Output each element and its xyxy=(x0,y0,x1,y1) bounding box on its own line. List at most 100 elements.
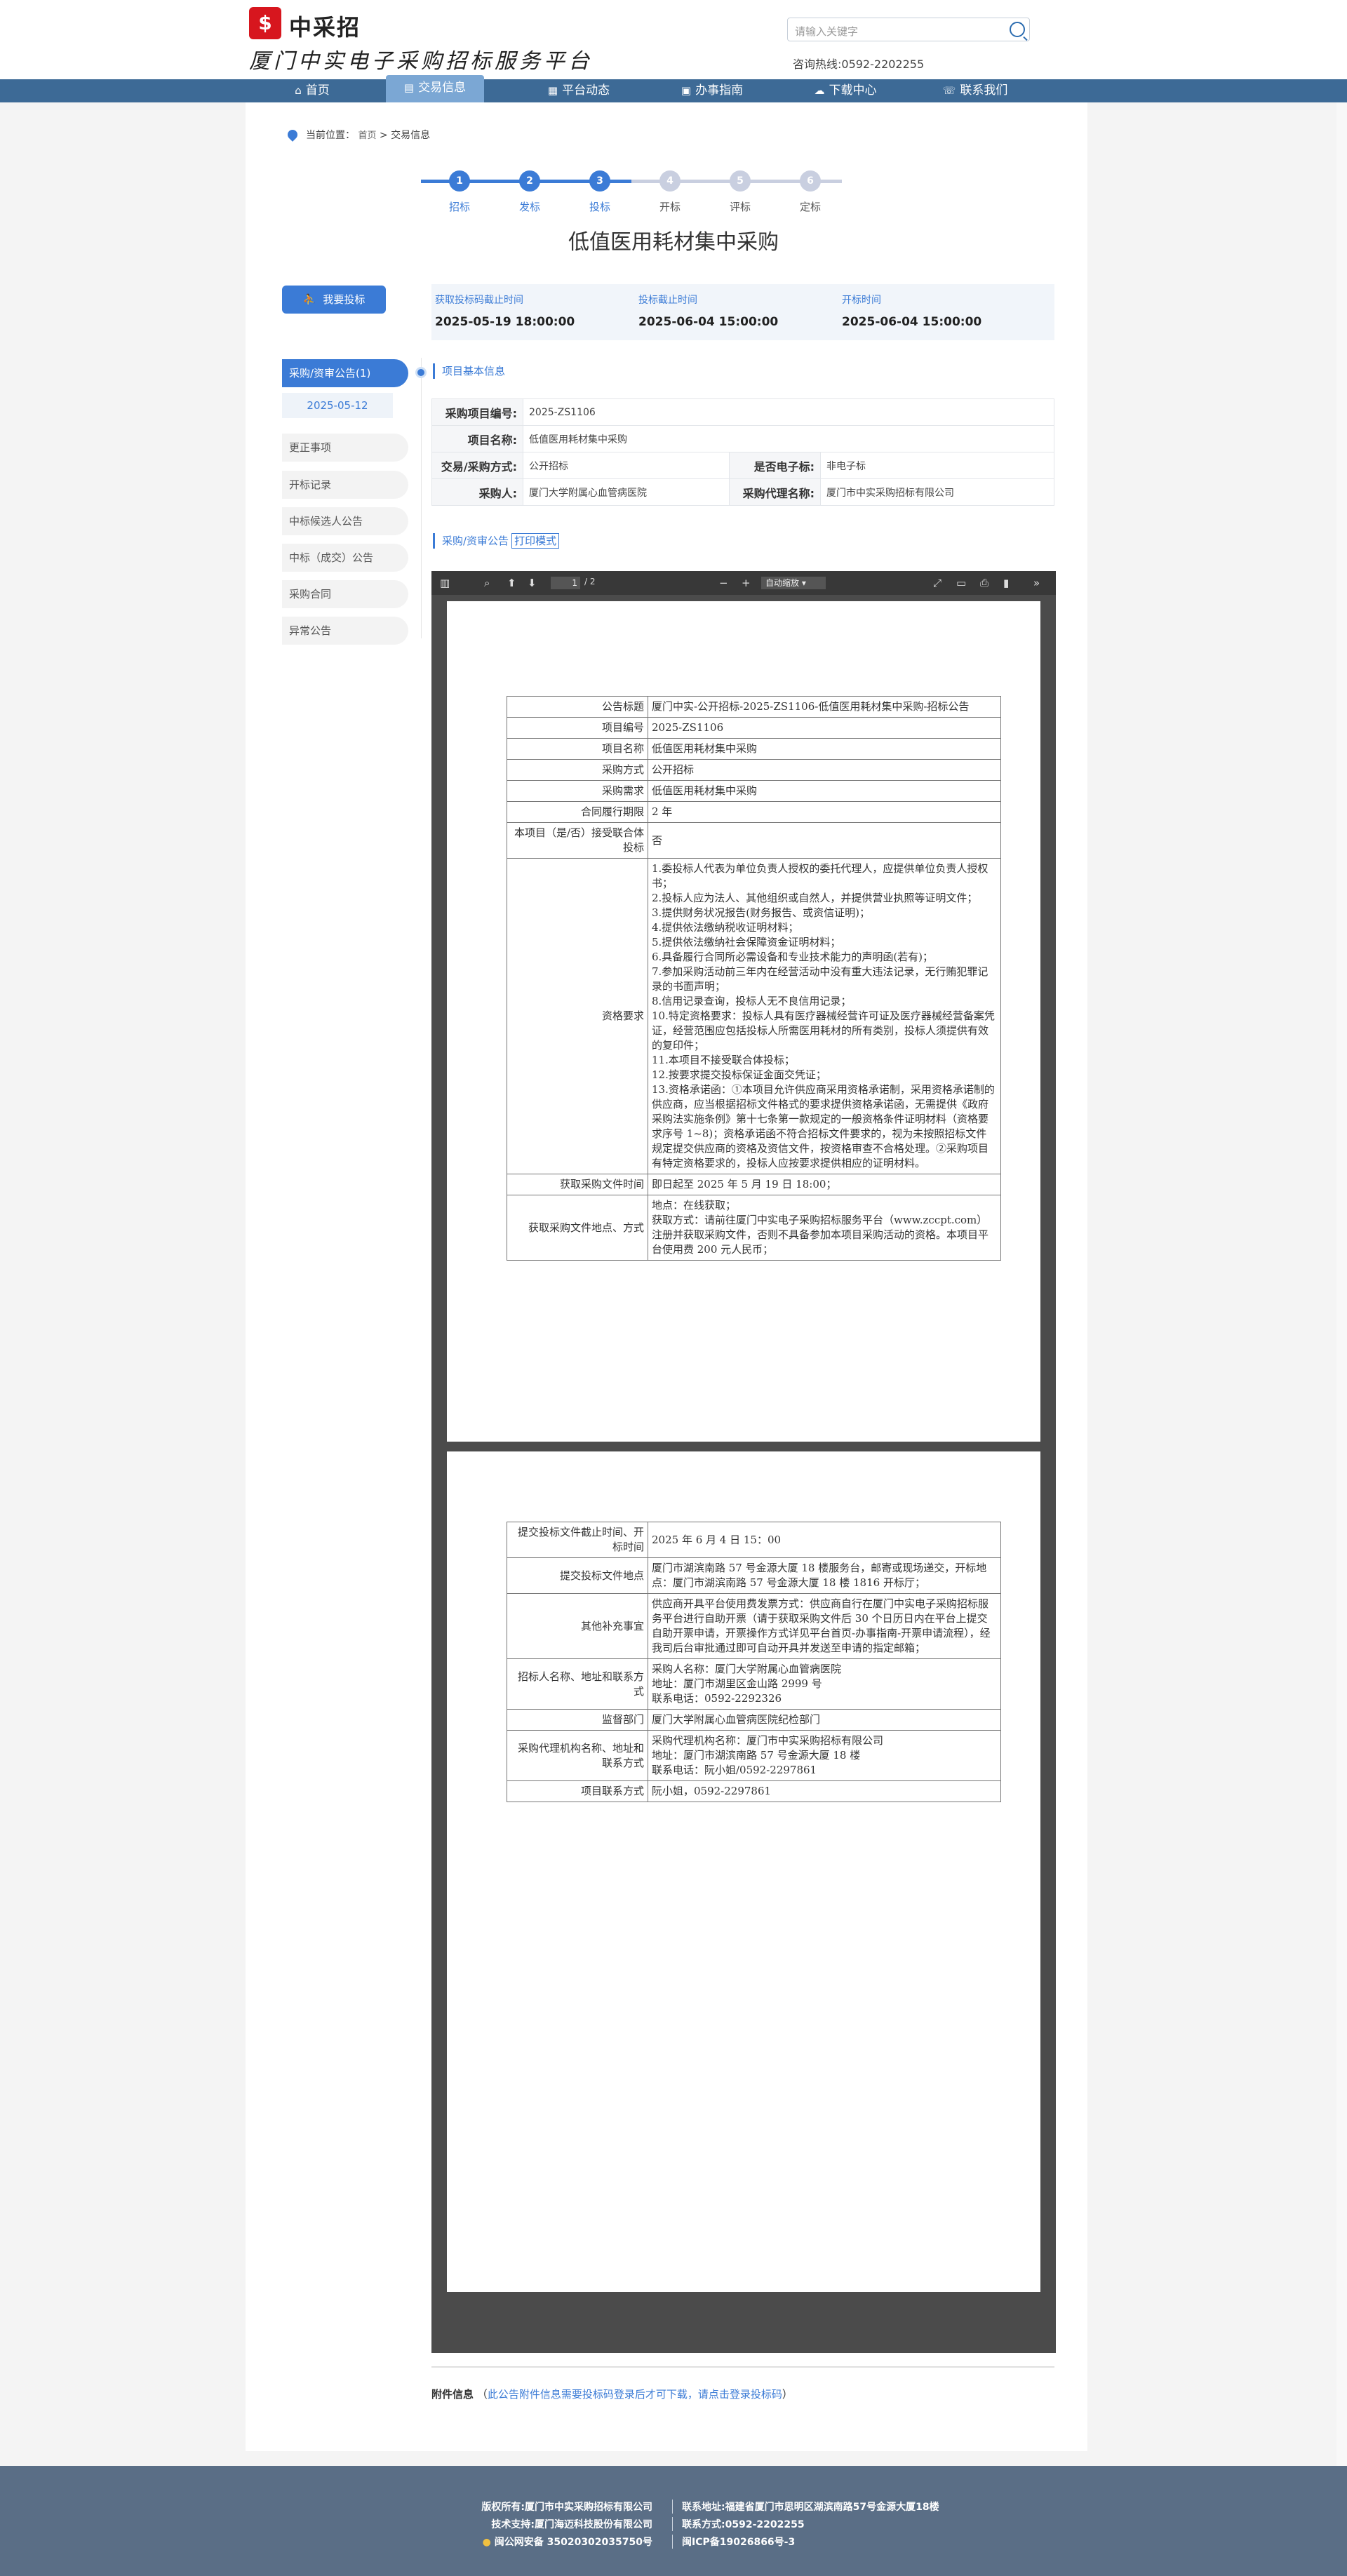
notice-key: 获取采购文件地点、方式 xyxy=(507,1195,648,1261)
notice-row: 采购代理机构名称、地址和联系方式 采购代理机构名称：厦门市中实采购招标有限公司 地… xyxy=(507,1730,1001,1781)
bookmark-icon[interactable]: ▮ xyxy=(1003,577,1009,589)
nav-label: 办事指南 xyxy=(695,83,744,98)
label-method: 交易/采购方式: xyxy=(431,452,523,479)
search-icon[interactable] xyxy=(1010,22,1025,37)
notice-value: 厦门市湖滨南路 57 号金源大厦 18 楼服务台，邮寄或现场递交，开标地点：厦门… xyxy=(648,1557,1001,1594)
notice-row: 本项目（是/否）接受联合体投标否 xyxy=(507,822,1001,859)
location-pin-icon xyxy=(286,128,300,142)
cloud-download-icon: ☁ xyxy=(814,84,825,97)
label-code: 采购项目编号: xyxy=(431,398,523,426)
nav-label: 交易信息 xyxy=(418,81,467,95)
footer-support: 技术支持:厦门海迈科技股份有限公司 xyxy=(491,2519,652,2530)
pdf-search-icon[interactable]: ⌕ xyxy=(484,577,490,589)
sidebar-item-exception[interactable]: 异常公告 xyxy=(282,617,408,645)
timeline-dot xyxy=(415,367,427,378)
value-electronic: 非电子标 xyxy=(820,452,1054,479)
notice-row: 提交投标文件截止时间、开标时间 2025 年 6 月 4 日 15：00 xyxy=(507,1522,1001,1558)
zoom-in-icon[interactable]: + xyxy=(742,577,751,589)
time-value-2: 2025-06-04 15:00:00 xyxy=(638,315,779,329)
value-code: 2025-ZS1106 xyxy=(523,398,1054,426)
nav-home[interactable]: ⌂ 首页 xyxy=(274,79,351,102)
step-1-label: 招标 xyxy=(448,201,470,213)
footer-icp[interactable]: 闽ICP备19026866号-3 xyxy=(682,2535,795,2549)
page-number-input[interactable]: 1 xyxy=(551,577,580,589)
footer-police-text: 闽公网安备 35020302035750号 xyxy=(494,2537,652,2548)
sidebar-item-contract[interactable]: 采购合同 xyxy=(282,580,408,608)
attachment-info: 附件信息 （此公告附件信息需要投标码登录后才可下载，请点击登录投标码） xyxy=(431,2387,793,2401)
notice-row: 公告标题 厦门中实-公开招标-2025-ZS1106-低值医用耗材集中采购-招标公… xyxy=(507,696,1001,718)
nav-platform-news[interactable]: ▦ 平台动态 xyxy=(533,79,624,102)
nav-label: 首页 xyxy=(305,83,330,98)
notice-row: 招标人名称、地址和联系方式 采购人名称：厦门大学附属心血管病医院 地址：厦门市湖里… xyxy=(507,1658,1001,1710)
notice-key: 本项目（是/否）接受联合体投标 xyxy=(507,822,648,859)
label-name: 项目名称: xyxy=(431,425,523,452)
print-icon[interactable]: ⎙ xyxy=(980,577,989,589)
footer-police[interactable]: ● 闽公网安备 35020302035750号 xyxy=(483,2535,652,2549)
notice-value: 即日起至 2025 年 5 月 19 日 18:00； xyxy=(648,1174,1001,1195)
section-basic-title: 项目基本信息 xyxy=(433,363,505,379)
fullscreen-icon[interactable]: ⤢ xyxy=(933,577,941,589)
nav-label: 下载中心 xyxy=(829,83,877,98)
notice-table-page-1: 公告标题 厦门中实-公开招标-2025-ZS1106-低值医用耗材集中采购-招标公… xyxy=(507,696,1001,1261)
notice-key: 招标人名称、地址和联系方式 xyxy=(507,1658,648,1710)
page-total: / 2 xyxy=(584,577,596,586)
step-2-label: 发标 xyxy=(518,201,540,213)
police-badge-icon: ● xyxy=(482,2537,491,2548)
step-4-label: 开标 xyxy=(659,201,681,213)
notice-value: 公开招标 xyxy=(648,759,1001,781)
notice-key: 采购方式 xyxy=(507,759,648,781)
notice-row: 获取采购文件时间 即日起至 2025 年 5 月 19 日 18:00； xyxy=(507,1174,1001,1195)
pdf-viewer: ▥ ⌕ ⬆ ⬇ 1 / 2 − + 自动缩放 ▾ ⤢ ▭ ⎙ ▮ » 公告标题厦… xyxy=(431,571,1056,2353)
notice-row: 提交投标文件地点 厦门市湖滨南路 57 号金源大厦 18 楼服务台，邮寄或现场递交… xyxy=(507,1557,1001,1594)
prev-page-icon[interactable]: ⬆ xyxy=(507,577,516,589)
breadcrumb-current[interactable]: 交易信息 xyxy=(391,130,430,141)
sidebar-item-candidate[interactable]: 中标候选人公告 xyxy=(282,507,408,535)
nav-guide[interactable]: ▣ 办事指南 xyxy=(666,79,758,102)
notice-key: 提交投标文件地点 xyxy=(507,1557,648,1594)
search-input[interactable]: 请输入关键字 xyxy=(787,18,1030,41)
divider xyxy=(431,2366,1054,2368)
section-notice-label[interactable]: 采购/资审公告 xyxy=(442,535,509,547)
footer-address: 联系地址:福建省厦门市思明区湖滨南路57号金源大厦18楼 xyxy=(682,2502,939,2513)
breadcrumb-home[interactable]: 首页 xyxy=(358,130,376,141)
footer-separator xyxy=(672,2535,673,2549)
nav-download[interactable]: ☁ 下载中心 xyxy=(800,79,891,102)
notice-key: 项目名称 xyxy=(507,738,648,760)
value-agent: 厦门市中实采购招标有限公司 xyxy=(820,478,1054,506)
notice-row: 其他补充事宜 供应商开具平台使用费发票方式：供应商自行在厦门中实电子采购招标服务平… xyxy=(507,1593,1001,1659)
sidebar-item-correction[interactable]: 更正事项 xyxy=(282,434,408,462)
sidebar-item-notice[interactable]: 采购/资审公告(1) xyxy=(282,359,408,387)
step-3-dot: 3 xyxy=(589,170,610,192)
nav-contact[interactable]: ☏ 联系我们 xyxy=(930,79,1021,102)
sidebar-toggle-icon[interactable]: ▥ xyxy=(440,577,450,589)
sidebar-item-opening-record[interactable]: 开标记录 xyxy=(282,471,408,499)
attachment-login-link[interactable]: 此公告附件信息需要投标码登录后才可下载，请点击登录投标码 xyxy=(488,2388,782,2401)
zoom-select[interactable]: 自动缩放 ▾ xyxy=(761,577,826,589)
logo-icon[interactable]: $ xyxy=(249,7,281,39)
next-page-icon[interactable]: ⬇ xyxy=(528,577,537,589)
sidebar-item-award[interactable]: 中标（成交）公告 xyxy=(282,544,408,572)
page-scrollbar[interactable] xyxy=(1336,102,1347,2466)
bid-button[interactable]: ⛹ 我要投标 xyxy=(282,286,386,314)
logo-text[interactable]: 中采招 xyxy=(289,10,361,42)
open-file-icon[interactable]: ▭ xyxy=(956,577,966,589)
zoom-out-icon[interactable]: − xyxy=(719,577,728,589)
document-icon: ▤ xyxy=(403,81,415,94)
hotline: 咨询热线:0592-2202255 xyxy=(793,58,925,71)
footer-phone: 联系方式:0592-2202255 xyxy=(682,2519,805,2530)
more-tools-icon[interactable]: » xyxy=(1033,577,1040,589)
notice-value: 2025 年 6 月 4 日 15：00 xyxy=(648,1522,1001,1558)
sidebar-date[interactable]: 2025-05-12 xyxy=(282,393,393,418)
print-mode-button[interactable]: 打印模式 xyxy=(511,533,560,549)
notice-value: 阮小姐，0592-2297861 xyxy=(648,1780,1001,1802)
time-label-3: 开标时间 xyxy=(842,295,881,306)
value-name: 低值医用耗材集中采购 xyxy=(523,425,1054,452)
notice-row: 资格要求 1.委投标人代表为单位负责人授权的委托代理人，应提供单位负责人授权书； … xyxy=(507,858,1001,1174)
notice-value: 2 年 xyxy=(648,801,1001,823)
pdf-page-2: 提交投标文件截止时间、开标时间 2025 年 6 月 4 日 15：00 提交投标文… xyxy=(447,1451,1040,2292)
nav-trade-info[interactable]: ▤ 交易信息 xyxy=(386,75,484,102)
notice-value: 采购人名称：厦门大学附属心血管病医院 地址：厦门市湖里区金山路 2999 号 联… xyxy=(648,1658,1001,1710)
notice-key: 监督部门 xyxy=(507,1709,648,1731)
step-5-dot: 5 xyxy=(730,170,751,192)
pdf-page-1: 公告标题 厦门中实-公开招标-2025-ZS1106-低值医用耗材集中采购-招标公… xyxy=(447,601,1040,1442)
